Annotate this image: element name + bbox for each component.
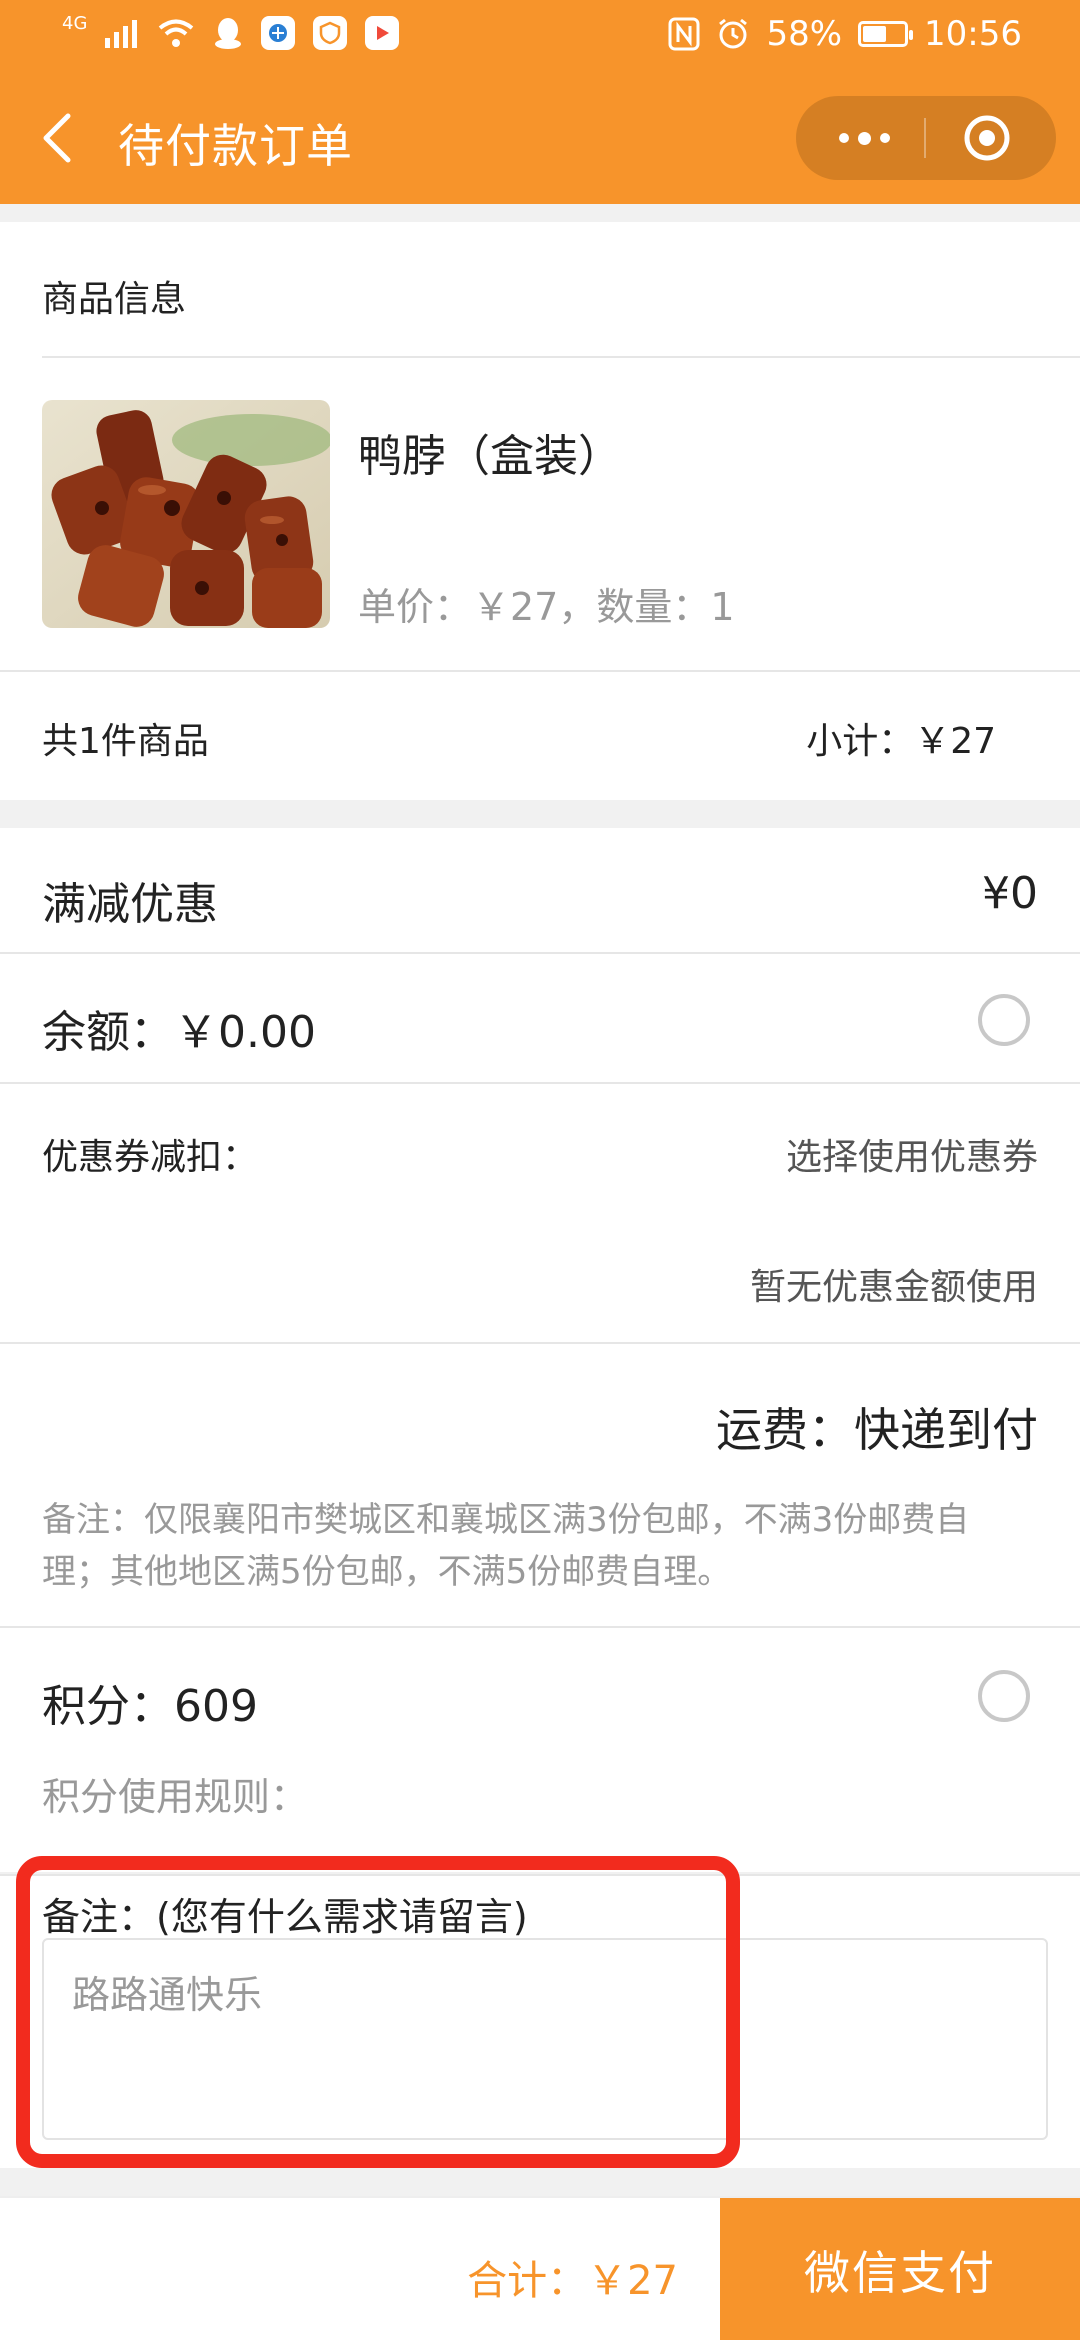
chevron-left-icon[interactable] — [38, 112, 78, 164]
subtotal: 小计：￥27 — [806, 721, 996, 762]
dot — [879, 133, 890, 143]
points-radio[interactable] — [978, 1670, 1030, 1722]
wechat-pay-button[interactable]: 微信支付 — [720, 2198, 1080, 2340]
item-count: 共1件商品 — [42, 721, 209, 762]
page-title: 待付款订单 — [118, 119, 353, 173]
alarm-icon — [719, 18, 748, 49]
balance-label: 余额：￥0.00 — [42, 1007, 316, 1058]
target-circle-icon[interactable] — [962, 113, 1012, 163]
coupon-status: 暂无优惠金额使用 — [749, 1267, 1038, 1308]
app-icon — [261, 16, 296, 50]
status-bar: 4G 58% 10:56 — [0, 0, 1080, 72]
status-right: 58% 10:56 — [668, 14, 1022, 54]
video-icon — [365, 16, 400, 50]
divider — [0, 1082, 1080, 1084]
status-left: 4G — [62, 12, 400, 50]
product-info-card: 商品信息 鸭脖（盒装） 单价：￥27，数量：1 共1件商品 小计：￥27 — [0, 222, 1080, 800]
divider — [42, 356, 1080, 358]
coupon-label: 优惠券减扣： — [42, 1137, 259, 1178]
qq-icon — [215, 18, 242, 49]
product-name: 鸭脖（盒装） — [358, 431, 622, 482]
points-rules-link[interactable]: 积分使用规则： — [42, 1766, 308, 1821]
dot — [838, 133, 849, 143]
section-header: 商品信息 — [42, 279, 187, 320]
capsule-divider — [924, 118, 926, 158]
nfc-icon — [668, 17, 700, 51]
page: { "status_bar": { "signal_label": "4G", … — [0, 0, 1080, 2340]
mini-program-capsule — [796, 96, 1056, 180]
product-image[interactable] — [42, 400, 330, 628]
divider — [0, 1342, 1080, 1344]
divider — [0, 952, 1080, 954]
battery-icon — [858, 21, 914, 47]
signal-icon — [105, 20, 138, 48]
dot — [857, 131, 871, 145]
divider — [0, 670, 1080, 672]
balance-radio[interactable] — [978, 994, 1030, 1046]
nav-bar: 待付款订单 — [0, 72, 1080, 204]
full-reduction-label: 满减优惠 — [42, 879, 218, 930]
wifi-icon — [159, 19, 194, 47]
top-bar: 4G 58% 10:56 待付款订单 — [0, 0, 1080, 204]
battery-level — [863, 26, 887, 42]
divider — [0, 1626, 1080, 1628]
network-type-label: 4G — [62, 12, 88, 34]
product-price-qty: 单价：￥27，数量：1 — [358, 585, 735, 629]
more-dots-icon[interactable] — [834, 118, 894, 158]
shipping-label: 运费：快递到付 — [716, 1403, 1038, 1457]
points-label: 积分：609 — [42, 1681, 258, 1732]
order-total: 合计：￥27 — [467, 2258, 678, 2304]
full-reduction-value: ¥0 — [982, 868, 1038, 919]
discount-card: 满减优惠 ¥0 余额：￥0.00 优惠券减扣： 选择使用优惠券 暂无优惠金额使用… — [0, 828, 1080, 1872]
bottom-bar: 合计：￥27 微信支付 — [0, 2196, 1080, 2340]
battery-percent: 58% — [766, 14, 843, 54]
clock-time: 10:56 — [924, 14, 1022, 54]
highlight-annotation-box — [16, 1856, 740, 2168]
shipping-note: 备注：仅限襄阳市樊城区和襄城区满3份包邮，不满3份邮费自理；其他地区满5份包邮，… — [42, 1500, 970, 1592]
shield-icon — [313, 16, 348, 50]
select-coupon-link[interactable]: 选择使用优惠券 — [786, 1128, 1038, 1180]
